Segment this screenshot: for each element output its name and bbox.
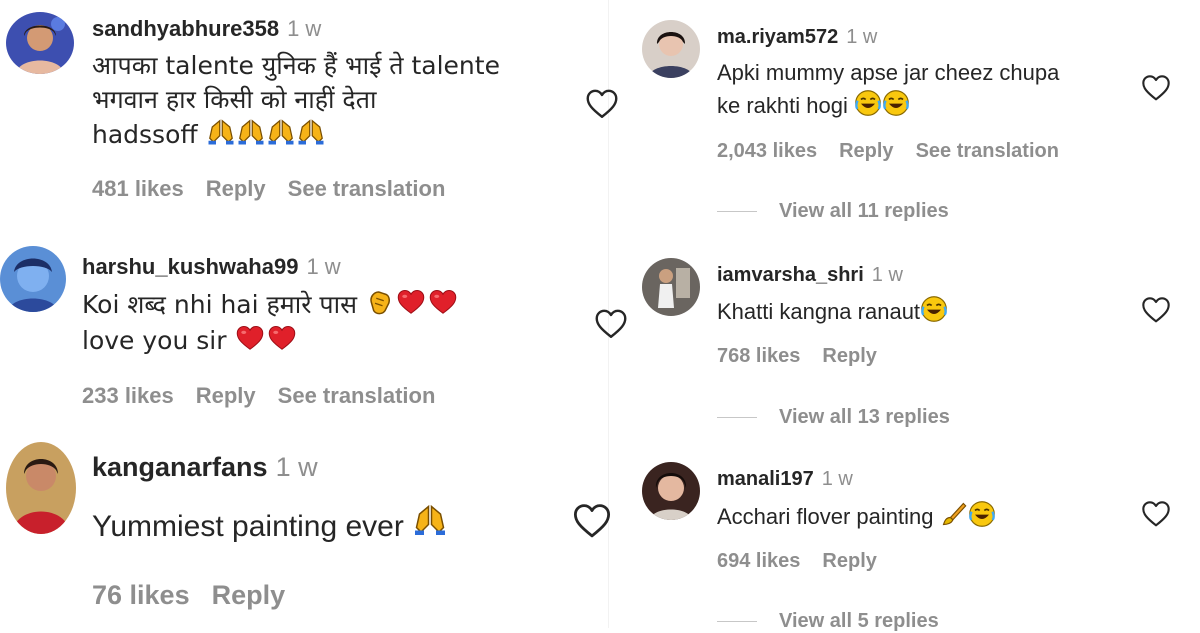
likes-count[interactable]: 694 likes — [717, 550, 800, 572]
red-heart-icon — [427, 287, 459, 317]
username-link[interactable]: harshu_kushwaha99 — [82, 254, 298, 279]
likes-count[interactable]: 481 likes — [92, 176, 184, 201]
username-link[interactable]: sandhyabhure358 — [92, 16, 279, 41]
reply-button[interactable]: Reply — [206, 176, 266, 201]
comment-line: Apki mummy apse jar cheez chupa — [717, 60, 1060, 85]
likes-count[interactable]: 233 likes — [82, 383, 174, 408]
pray-icon — [266, 117, 296, 147]
like-heart-icon[interactable] — [571, 500, 613, 542]
username-link[interactable]: kanganarfans — [92, 452, 268, 482]
comment-meta: 694 likes Reply — [717, 550, 899, 573]
comment-text: आपका talente युनिक हैं भाई ते talente भग… — [92, 49, 500, 152]
comment-line: Koi शब्द nhi hai हमारे पास — [82, 287, 459, 323]
replies-line — [717, 621, 757, 623]
comment-line-text: hadssoff — [92, 120, 198, 149]
like-heart-icon[interactable] — [1140, 72, 1172, 104]
comment-time[interactable]: 1 w — [276, 452, 318, 482]
comment-header: harshu_kushwaha99 1 w — [82, 254, 341, 280]
reply-button[interactable]: Reply — [822, 550, 876, 572]
laugh-icon — [920, 295, 948, 323]
view-replies-button[interactable]: View all 13 replies — [717, 406, 950, 429]
comment-line: hadssoff — [92, 117, 500, 152]
reply-button[interactable]: Reply — [839, 140, 893, 162]
red-heart-icon — [395, 287, 427, 317]
like-heart-icon[interactable] — [584, 86, 620, 122]
replies-line — [717, 417, 757, 419]
comment-meta: 2,043 likes Reply See translation — [717, 140, 1081, 163]
username-link[interactable]: manali197 — [717, 468, 814, 490]
pray-icon — [412, 500, 448, 540]
comment-text: Khatti kangna ranaut — [717, 295, 948, 325]
pray-icon — [236, 117, 266, 147]
reply-button[interactable]: Reply — [822, 345, 876, 367]
pray-icon — [296, 117, 326, 147]
username-link[interactable]: ma.riyam572 — [717, 26, 838, 48]
view-replies-label: View all 13 replies — [779, 406, 950, 428]
comment-header: ma.riyam572 1 w — [717, 26, 877, 49]
avatar[interactable] — [6, 442, 76, 534]
replies-line — [717, 211, 757, 213]
comment-meta: 768 likes Reply — [717, 345, 899, 368]
reply-button[interactable]: Reply — [196, 383, 256, 408]
comment-text: Koi शब्द nhi hai हमारे पास love you sir — [82, 287, 459, 359]
comment-time[interactable]: 1 w — [872, 264, 903, 286]
laugh-icon — [854, 89, 882, 117]
see-translation-link[interactable]: See translation — [278, 383, 436, 408]
comment-time[interactable]: 1 w — [287, 16, 321, 41]
paintbrush-icon — [940, 500, 968, 528]
view-replies-label: View all 5 replies — [779, 610, 939, 632]
like-heart-icon[interactable] — [1140, 294, 1172, 326]
comment-line-text: ke rakhti hogi — [717, 93, 848, 118]
comment-line: आपका talente युनिक हैं भाई ते talente — [92, 51, 500, 80]
reply-button[interactable]: Reply — [212, 580, 286, 610]
comment-text: Yummiest painting ever — [92, 500, 448, 544]
comment-header: sandhyabhure358 1 w — [92, 16, 321, 42]
laugh-icon — [968, 500, 996, 528]
comment-line-text: Acchari flover painting — [717, 504, 934, 529]
comment-line: ke rakhti hogi — [717, 89, 1059, 122]
like-heart-icon[interactable] — [593, 306, 629, 342]
view-replies-button[interactable]: View all 11 replies — [717, 200, 949, 223]
likes-count[interactable]: 768 likes — [717, 345, 800, 367]
comment-header: iamvarsha_shri 1 w — [717, 264, 903, 287]
red-heart-icon — [234, 323, 266, 353]
red-heart-icon — [266, 323, 298, 353]
like-heart-icon[interactable] — [1140, 498, 1172, 530]
comment-text: Apki mummy apse jar cheez chupa ke rakht… — [717, 56, 1059, 122]
clap-icon — [365, 287, 395, 317]
likes-count[interactable]: 2,043 likes — [717, 140, 817, 162]
comment-line-text: Koi शब्द nhi hai हमारे पास — [82, 290, 357, 319]
comment-time[interactable]: 1 w — [306, 254, 340, 279]
avatar[interactable] — [0, 246, 66, 312]
comment-time[interactable]: 1 w — [822, 468, 853, 490]
see-translation-link[interactable]: See translation — [288, 176, 446, 201]
comment-meta: 76 likes Reply — [92, 580, 307, 611]
comment-meta: 481 likes Reply See translation — [92, 176, 467, 202]
avatar[interactable] — [642, 462, 700, 520]
comment-time[interactable]: 1 w — [846, 26, 877, 48]
avatar[interactable] — [642, 258, 700, 316]
comment-header: kanganarfans 1 w — [92, 452, 318, 483]
comment-text: Acchari flover painting — [717, 500, 996, 530]
comment-line: भगवान हार किसी को नाहीं देता — [92, 85, 377, 114]
comment-line: love you sir — [82, 323, 459, 359]
username-link[interactable]: iamvarsha_shri — [717, 264, 864, 286]
comment-line-text: Khatti kangna ranaut — [717, 299, 921, 324]
laugh-icon — [882, 89, 910, 117]
pray-icon — [206, 117, 236, 147]
comment-header: manali197 1 w — [717, 468, 853, 491]
view-replies-label: View all 11 replies — [779, 200, 949, 222]
comment-line-text: Yummiest painting ever — [92, 510, 404, 543]
comment-line-text: love you sir — [82, 326, 227, 355]
avatar[interactable] — [6, 12, 74, 74]
comment-meta: 233 likes Reply See translation — [82, 383, 457, 409]
view-replies-button[interactable]: View all 5 replies — [717, 610, 939, 633]
likes-count[interactable]: 76 likes — [92, 580, 190, 610]
avatar[interactable] — [642, 20, 700, 78]
see-translation-link[interactable]: See translation — [916, 140, 1059, 162]
